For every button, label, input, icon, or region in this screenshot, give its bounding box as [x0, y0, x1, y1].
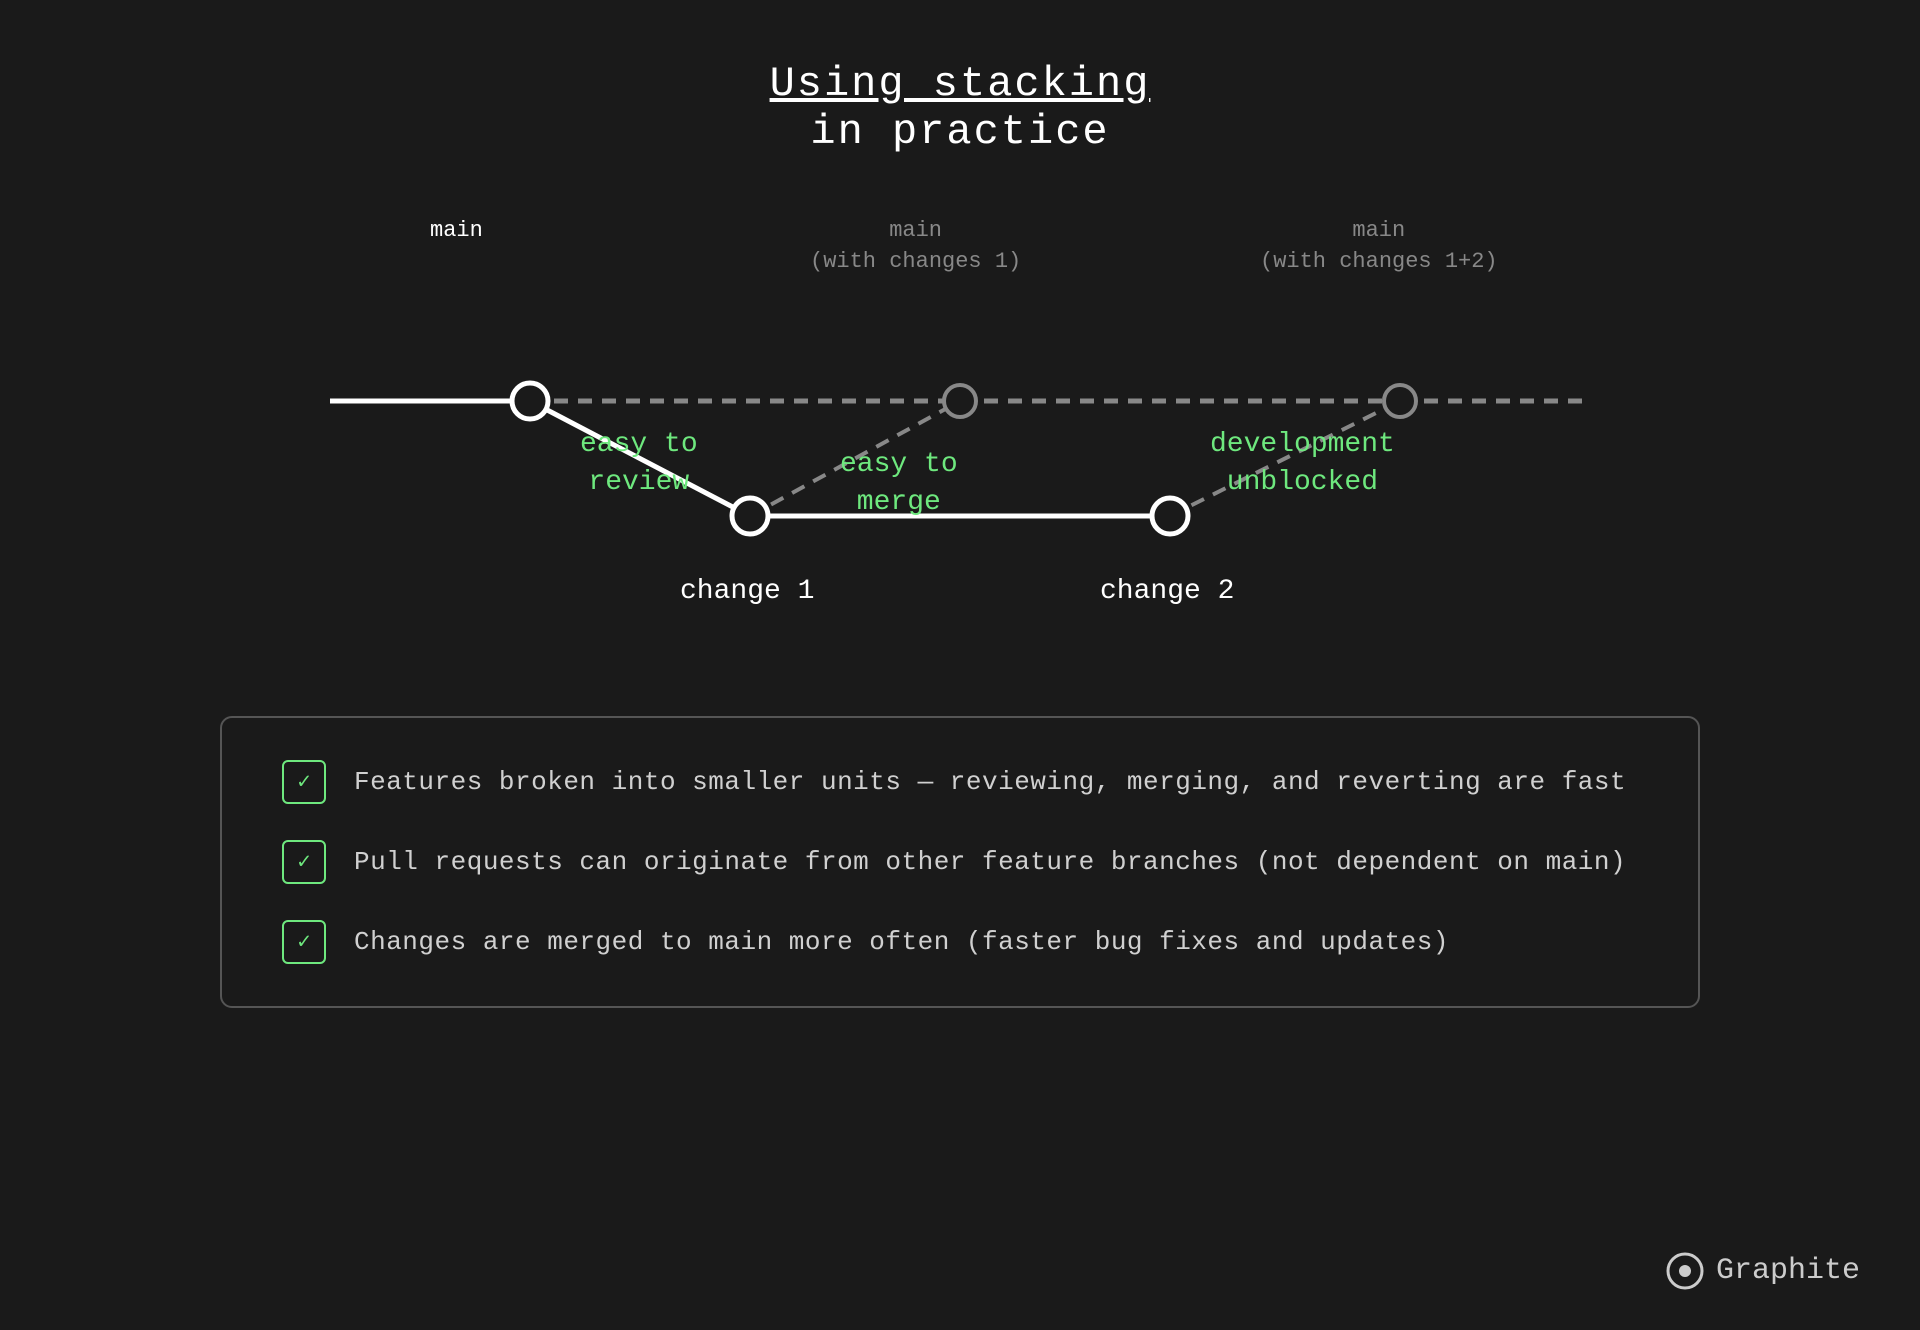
label-change1: change 1 — [680, 576, 814, 607]
check-icon-1: ✓ — [282, 760, 326, 804]
title-line1: Using stacking — [770, 60, 1151, 108]
label-change2: change 2 — [1100, 576, 1234, 607]
graphite-label: Graphite — [1716, 1254, 1860, 1288]
page-container: Using stacking in practice main main (wi… — [0, 0, 1920, 1330]
label-dev-unblocked: development unblocked — [1210, 426, 1395, 502]
check-text-2: Pull requests can originate from other f… — [354, 847, 1626, 877]
title-line2: in practice — [770, 108, 1151, 156]
check-item-3: ✓ Changes are merged to main more often … — [282, 920, 1638, 964]
title-block: Using stacking in practice — [770, 60, 1151, 156]
graphite-logo-icon — [1666, 1252, 1704, 1290]
diagram-svg — [300, 216, 1620, 656]
checklist-box: ✓ Features broken into smaller units — r… — [220, 716, 1700, 1008]
label-easy-review: easy to review — [580, 426, 698, 502]
diagram-area: main main (with changes 1) main (with ch… — [300, 216, 1620, 656]
check-item-1: ✓ Features broken into smaller units — r… — [282, 760, 1638, 804]
check-text-3: Changes are merged to main more often (f… — [354, 927, 1449, 957]
label-easy-merge: easy to merge — [840, 446, 958, 522]
check-icon-2: ✓ — [282, 840, 326, 884]
check-icon-3: ✓ — [282, 920, 326, 964]
graphite-brand: Graphite — [1666, 1252, 1860, 1290]
check-text-1: Features broken into smaller units — rev… — [354, 767, 1626, 797]
check-item-2: ✓ Pull requests can originate from other… — [282, 840, 1638, 884]
